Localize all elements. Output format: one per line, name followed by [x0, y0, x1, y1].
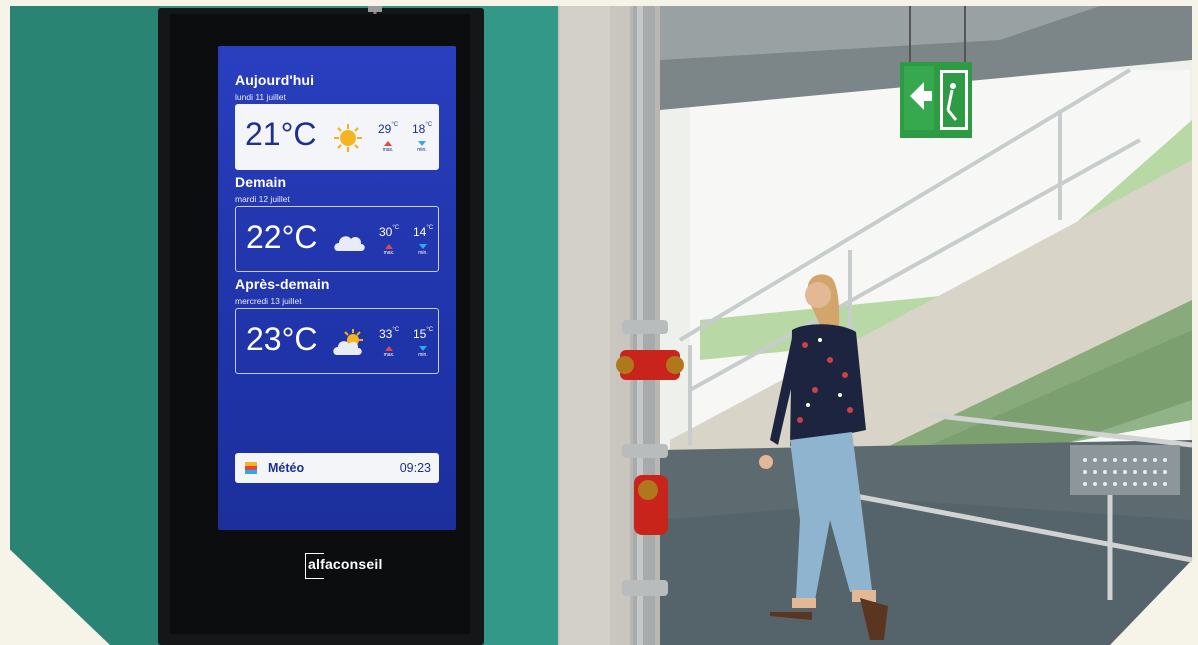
min-label: min. — [418, 250, 428, 256]
degree-unit: °C — [426, 225, 434, 231]
min-value: 18 — [411, 122, 426, 136]
degree-unit: °C — [391, 122, 399, 128]
min-label: min. — [418, 352, 428, 358]
arrow-down-icon — [418, 141, 426, 146]
min-label: min. — [417, 147, 427, 153]
forecast-card-day-after: 23°C 33°C max. 15°C min. — [235, 308, 439, 374]
forecast-card-tomorrow: 22°C 30°C max. 14°C min. — [235, 206, 439, 272]
day-date: mercredi 13 juillet — [235, 296, 302, 306]
degree-unit: °C — [426, 327, 434, 333]
clock: 09:23 — [400, 461, 431, 475]
brand-logo: alfaconseil — [308, 556, 383, 572]
forecast-temperature: 22°C — [246, 219, 318, 255]
min-value: 15 — [412, 327, 427, 341]
app-name: Météo — [268, 461, 305, 475]
degree-unit: °C — [425, 122, 433, 128]
min-temperature: 18°C min. — [411, 122, 433, 153]
max-value: 29 — [377, 122, 392, 136]
arrow-down-icon — [419, 244, 427, 249]
degree-unit: °C — [392, 327, 400, 333]
arrow-up-icon — [385, 244, 393, 249]
day-title: Demain — [235, 174, 287, 190]
max-label: max. — [382, 147, 394, 153]
arrow-up-icon — [384, 141, 392, 146]
arrow-up-icon — [385, 346, 393, 351]
max-label: max. — [383, 250, 395, 256]
forecast-card-today: 21°C 29°C max. 18°C min. — [235, 104, 439, 170]
clock-time: 09:23 — [399, 461, 431, 475]
day-date: mardi 12 juillet — [235, 194, 290, 204]
photo-scene: alfaconseil Aujourd'hui lundi 11 juillet… — [0, 0, 1198, 645]
sun-icon — [334, 124, 362, 152]
day-date: lundi 11 juillet — [235, 92, 286, 102]
background-photo — [0, 0, 1198, 645]
screen-footer: Météo 09:23 — [235, 453, 439, 483]
partly-cloudy-icon — [333, 329, 363, 355]
day-title: Aujourd'hui — [235, 72, 315, 88]
max-temperature: 29°C max. — [377, 122, 399, 153]
weather-screen: Aujourd'hui lundi 11 juillet 21°C 29°C m… — [218, 46, 456, 530]
max-temperature: 30°C max. — [378, 225, 400, 256]
max-value: 30 — [378, 225, 393, 239]
max-value: 33 — [378, 327, 393, 341]
cloud-icon — [334, 236, 365, 251]
max-label: max. — [383, 352, 395, 358]
max-temperature: 33°C max. — [378, 327, 400, 358]
min-temperature: 15°C min. — [412, 327, 434, 358]
min-value: 14 — [412, 225, 427, 239]
degree-unit: °C — [392, 225, 400, 231]
forecast-temperature: 23°C — [246, 321, 318, 357]
day-title: Après-demain — [235, 276, 330, 292]
current-temperature: 21°C — [245, 116, 317, 152]
arrow-down-icon — [419, 346, 427, 351]
min-temperature: 14°C min. — [412, 225, 434, 256]
weather-app-logo-icon — [245, 462, 257, 474]
